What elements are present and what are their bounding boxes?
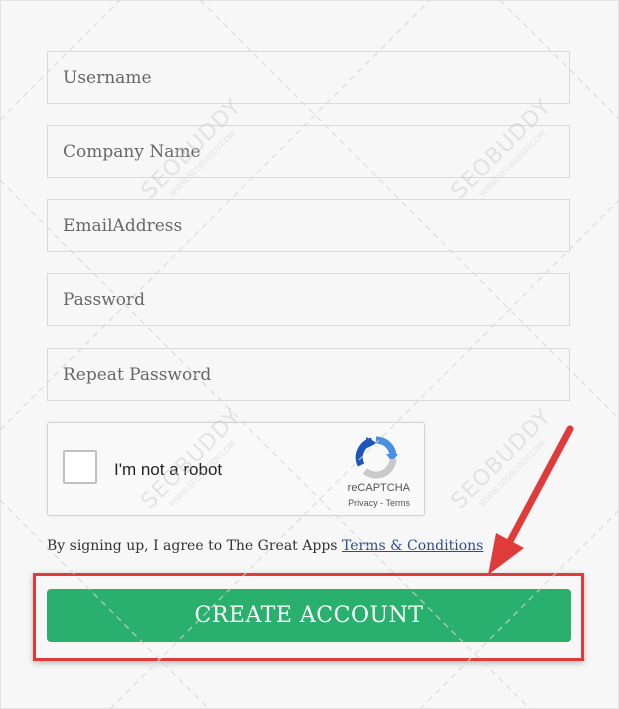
create-account-button[interactable]: CREATE ACCOUNT [47,589,571,642]
agreement-prefix: By signing up, I agree to The Great Apps [47,538,342,554]
email-address-input[interactable] [47,199,570,252]
recaptcha-link-separator: - [377,498,386,508]
company-name-input[interactable] [47,125,570,178]
recaptcha-label: I'm not a robot [114,460,223,479]
recaptcha-links: Privacy - Terms [348,498,410,508]
terms-conditions-link[interactable]: Terms & Conditions [342,538,483,554]
password-input[interactable] [47,273,570,326]
arrow-icon [488,425,574,575]
recaptcha-brand: reCAPTCHA [347,482,410,494]
repeat-password-input[interactable] [47,348,570,401]
agreement-text: By signing up, I agree to The Great Apps… [47,538,483,554]
recaptcha-logo-icon [355,436,398,479]
recaptcha-checkbox[interactable] [63,450,97,484]
recaptcha-terms-link[interactable]: Terms [386,498,411,508]
recaptcha-privacy-link[interactable]: Privacy [348,498,378,508]
username-input[interactable] [47,51,570,104]
recaptcha-widget: I'm not a robot reCAPTCHA Privacy - Term… [47,422,425,516]
